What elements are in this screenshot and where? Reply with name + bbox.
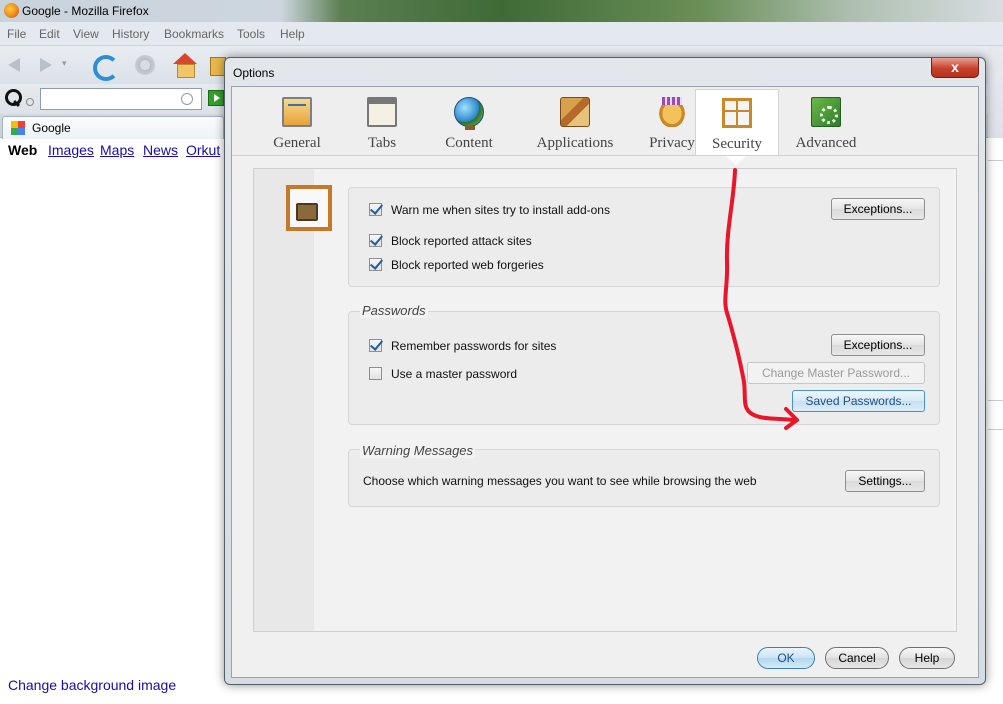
warn-addons-checkbox[interactable] (369, 203, 382, 216)
google-favicon-icon (11, 121, 25, 135)
cancel-button[interactable]: Cancel (825, 647, 889, 669)
block-attack-checkbox[interactable] (369, 234, 382, 247)
master-password-label: Use a master password (391, 367, 518, 381)
passwords-group: Remember passwords for sites Exceptions.… (348, 311, 940, 425)
security-header-icon (286, 185, 332, 231)
tab-label: Applications (536, 135, 614, 151)
menu-tools[interactable]: Tools (237, 27, 265, 41)
menu-bookmarks[interactable]: Bookmarks (164, 27, 224, 41)
search-input[interactable] (40, 88, 202, 110)
pane-sidebar (254, 169, 314, 631)
background-toolbar-edge (988, 46, 1003, 138)
reload-icon[interactable] (90, 53, 119, 81)
tabs-icon (367, 97, 397, 127)
search-go-icon[interactable] (208, 90, 224, 106)
security-general-group: Warn me when sites try to install add-on… (348, 187, 940, 287)
change-master-password-button[interactable]: Change Master Password... (747, 362, 925, 384)
menu-bar: File Edit View History Bookmarks Tools H… (0, 22, 1003, 46)
firefox-logo-icon (4, 3, 19, 18)
active-tab-pointer (726, 156, 746, 165)
pane-selector-toolbar: General Tabs Content Applications Privac… (232, 87, 978, 156)
google-navigation: Web Images Maps News Orkut (0, 139, 230, 161)
search-icon[interactable] (5, 89, 22, 106)
tab-label: General (273, 135, 321, 151)
general-icon (282, 97, 312, 127)
block-attack-label: Block reported attack sites (391, 234, 532, 248)
background-divider (988, 400, 1003, 430)
security-pane: Warn me when sites try to install add-on… (253, 168, 957, 632)
history-dropdown-icon[interactable]: ▾ (62, 58, 76, 82)
remember-passwords-label: Remember passwords for sites (391, 339, 557, 353)
google-nav-images[interactable]: Images (48, 142, 94, 158)
tab-label: Advanced (795, 135, 857, 151)
remember-passwords-checkbox[interactable] (369, 339, 382, 352)
tab-advanced[interactable]: Advanced (784, 89, 868, 155)
warn-addons-label: Warn me when sites try to install add-on… (391, 203, 610, 217)
tab-label: Security (712, 136, 762, 152)
tab-tabs[interactable]: Tabs (346, 89, 418, 155)
browser-tab-google[interactable]: Google (2, 116, 224, 139)
close-icon: x (951, 59, 959, 75)
stop-icon[interactable] (132, 53, 158, 77)
block-forgeries-label: Block reported web forgeries (391, 258, 544, 272)
google-nav-orkut[interactable]: Orkut (186, 142, 220, 158)
warning-messages-description: Choose which warning messages you want t… (363, 474, 757, 488)
privacy-mask-icon (657, 97, 687, 127)
block-forgeries-checkbox[interactable] (369, 258, 382, 271)
menu-history[interactable]: History (112, 27, 149, 41)
advanced-gear-icon (811, 97, 841, 127)
window-title: Google - Mozilla Firefox (22, 4, 149, 18)
search-engine-dropdown-icon[interactable] (26, 98, 34, 106)
warning-messages-caption: Warning Messages (360, 443, 476, 458)
master-password-checkbox[interactable] (369, 367, 382, 380)
addons-exceptions-button[interactable]: Exceptions... (831, 198, 925, 220)
dialog-title: Options (233, 66, 275, 80)
options-dialog: Options x General Tabs Content Applicati… (224, 57, 986, 685)
saved-passwords-button[interactable]: Saved Passwords... (792, 390, 925, 412)
google-nav-news[interactable]: News (143, 142, 178, 158)
background-divider (988, 160, 1003, 161)
close-button[interactable]: x (931, 58, 979, 78)
menu-edit[interactable]: Edit (39, 27, 60, 41)
search-input-dropdown-icon[interactable] (181, 93, 193, 105)
passwords-exceptions-button[interactable]: Exceptions... (831, 334, 925, 356)
back-arrow-icon[interactable] (3, 53, 29, 77)
change-background-link[interactable]: Change background image (8, 677, 176, 693)
browser-tab-label: Google (32, 121, 71, 135)
dialog-client-area: General Tabs Content Applications Privac… (231, 86, 979, 678)
tab-applications[interactable]: Applications (518, 89, 632, 155)
menu-view[interactable]: View (73, 27, 99, 41)
tab-label: Content (445, 135, 493, 151)
applications-icon (560, 97, 590, 127)
passwords-caption: Passwords (360, 303, 428, 318)
ok-button[interactable]: OK (757, 647, 815, 669)
menu-file[interactable]: File (7, 27, 26, 41)
tab-security[interactable]: Security (695, 89, 779, 155)
home-icon[interactable] (170, 53, 197, 78)
forward-arrow-icon[interactable] (33, 53, 59, 77)
google-nav-maps[interactable]: Maps (100, 142, 134, 158)
tab-label: Tabs (367, 135, 397, 151)
security-window-lock-icon (722, 98, 752, 128)
menu-help[interactable]: Help (280, 27, 305, 41)
globe-icon (454, 97, 484, 130)
firefox-titlebar: Google - Mozilla Firefox (0, 0, 1003, 22)
google-nav-web[interactable]: Web (8, 142, 37, 158)
help-button[interactable]: Help (899, 647, 955, 669)
tab-content[interactable]: Content (426, 89, 512, 155)
warning-settings-button[interactable]: Settings... (845, 470, 925, 492)
tab-general[interactable]: General (256, 89, 338, 155)
